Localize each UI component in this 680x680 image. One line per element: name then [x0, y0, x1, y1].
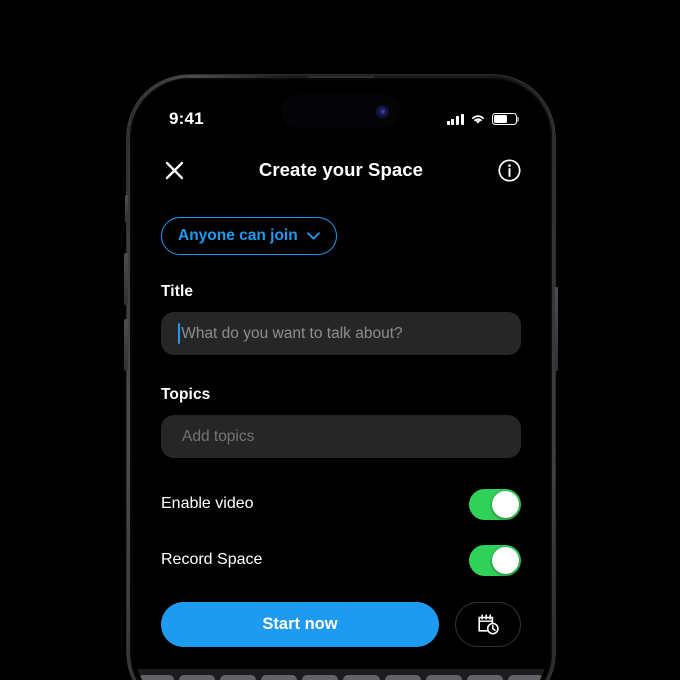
close-icon[interactable] [161, 157, 187, 183]
audience-selector-button[interactable]: Anyone can join [161, 217, 337, 255]
key-q[interactable]: q [138, 675, 175, 680]
status-time: 9:41 [169, 109, 204, 128]
info-icon[interactable] [497, 158, 521, 182]
text-caret [178, 323, 181, 344]
silent-switch-button[interactable] [124, 195, 128, 223]
record-space-toggle[interactable] [469, 544, 521, 576]
phone-screen: 9:41 Create your Space Anyone can join T… [135, 83, 547, 680]
battery-icon [492, 113, 517, 125]
power-button[interactable] [554, 287, 558, 371]
audience-selector-label: Anyone can join [178, 227, 298, 244]
enable-video-label: Enable video [161, 495, 254, 512]
title-input-placeholder: What do you want to talk about? [181, 324, 403, 342]
create-space-form: Anyone can join Title What do you want t… [135, 199, 547, 586]
status-bar: 9:41 [135, 83, 547, 141]
schedule-space-button[interactable] [455, 602, 521, 647]
title-field-label: Title [161, 283, 194, 300]
calendar-clock-icon [477, 614, 499, 635]
navigation-bar: Create your Space [135, 141, 547, 199]
toggle-knob [492, 546, 519, 574]
key-e[interactable]: e [220, 675, 257, 680]
wifi-icon [472, 115, 484, 124]
key-w[interactable]: w [179, 675, 216, 680]
key-r[interactable]: r [261, 675, 298, 680]
record-space-label: Record Space [161, 551, 263, 568]
enable-video-row: Enable video [161, 478, 521, 530]
key-t[interactable]: t [302, 675, 339, 680]
chevron-down-icon [306, 232, 320, 240]
action-bar: Start now [161, 602, 521, 647]
on-screen-keyboard: q w e r t y u i o p [135, 669, 547, 680]
status-indicators [446, 113, 517, 125]
topics-input[interactable]: Add topics [161, 415, 521, 458]
volume-up-button[interactable] [124, 253, 128, 305]
enable-video-toggle[interactable] [469, 488, 521, 520]
phone-device-frame: 9:41 Create your Space Anyone can join T… [124, 75, 558, 680]
key-i[interactable]: i [425, 675, 462, 680]
key-o[interactable]: o [466, 675, 503, 680]
screenshot-stage: 9:41 Create your Space Anyone can join T… [0, 0, 680, 680]
volume-down-button[interactable] [124, 319, 128, 371]
toggle-knob [492, 490, 519, 518]
topics-field-label: Topics [161, 386, 211, 403]
keyboard-row-qwerty: q w e r t y u i o p [138, 675, 544, 680]
topics-input-placeholder: Add topics [182, 427, 255, 445]
page-title: Create your Space [258, 159, 424, 180]
key-u[interactable]: u [384, 675, 421, 680]
key-y[interactable]: y [343, 675, 380, 680]
cellular-signal-icon [446, 113, 464, 125]
key-p[interactable]: p [507, 675, 544, 680]
record-space-row: Record Space [161, 534, 521, 586]
start-now-button[interactable]: Start now [161, 602, 439, 647]
title-input[interactable]: What do you want to talk about? [161, 312, 521, 355]
